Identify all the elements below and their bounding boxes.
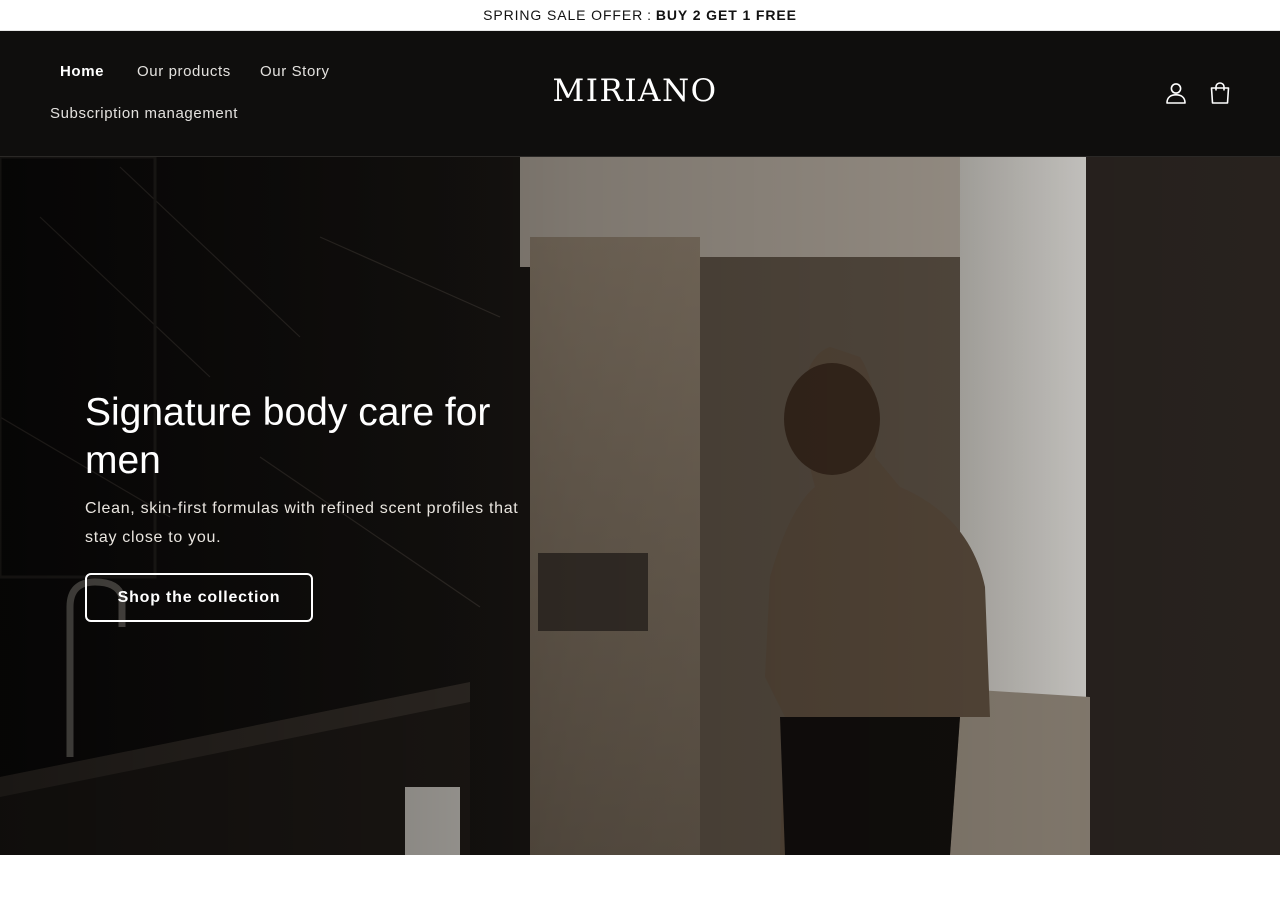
nav-subscription-link[interactable]: Subscription management [50, 105, 238, 122]
announcement-separator: : [647, 7, 652, 23]
shop-collection-button[interactable]: Shop the collection [85, 573, 313, 622]
hero-subtitle: Clean, skin-first formulas with refined … [85, 500, 519, 546]
nav-story-link[interactable]: Our Story [260, 63, 330, 80]
announcement-prefix: SPRING SALE OFFER [483, 7, 644, 23]
site-header: Home Our products Our Story Subscription… [0, 31, 1280, 157]
hero-banner: Signature body care for men Clean, skin-… [0, 157, 1280, 855]
account-icon[interactable] [1163, 80, 1189, 106]
announcement-bar: SPRING SALE OFFER : BUY 2 GET 1 FREE [0, 0, 1280, 31]
cart-icon[interactable] [1207, 80, 1233, 106]
nav-home-link[interactable]: Home [60, 63, 104, 80]
nav-products-link[interactable]: Our products [137, 63, 231, 80]
announcement-offer: BUY 2 GET 1 FREE [655, 7, 797, 23]
hero-title: Signature body care for men [85, 391, 491, 482]
brand-logo[interactable]: MIRIANO [540, 73, 730, 109]
